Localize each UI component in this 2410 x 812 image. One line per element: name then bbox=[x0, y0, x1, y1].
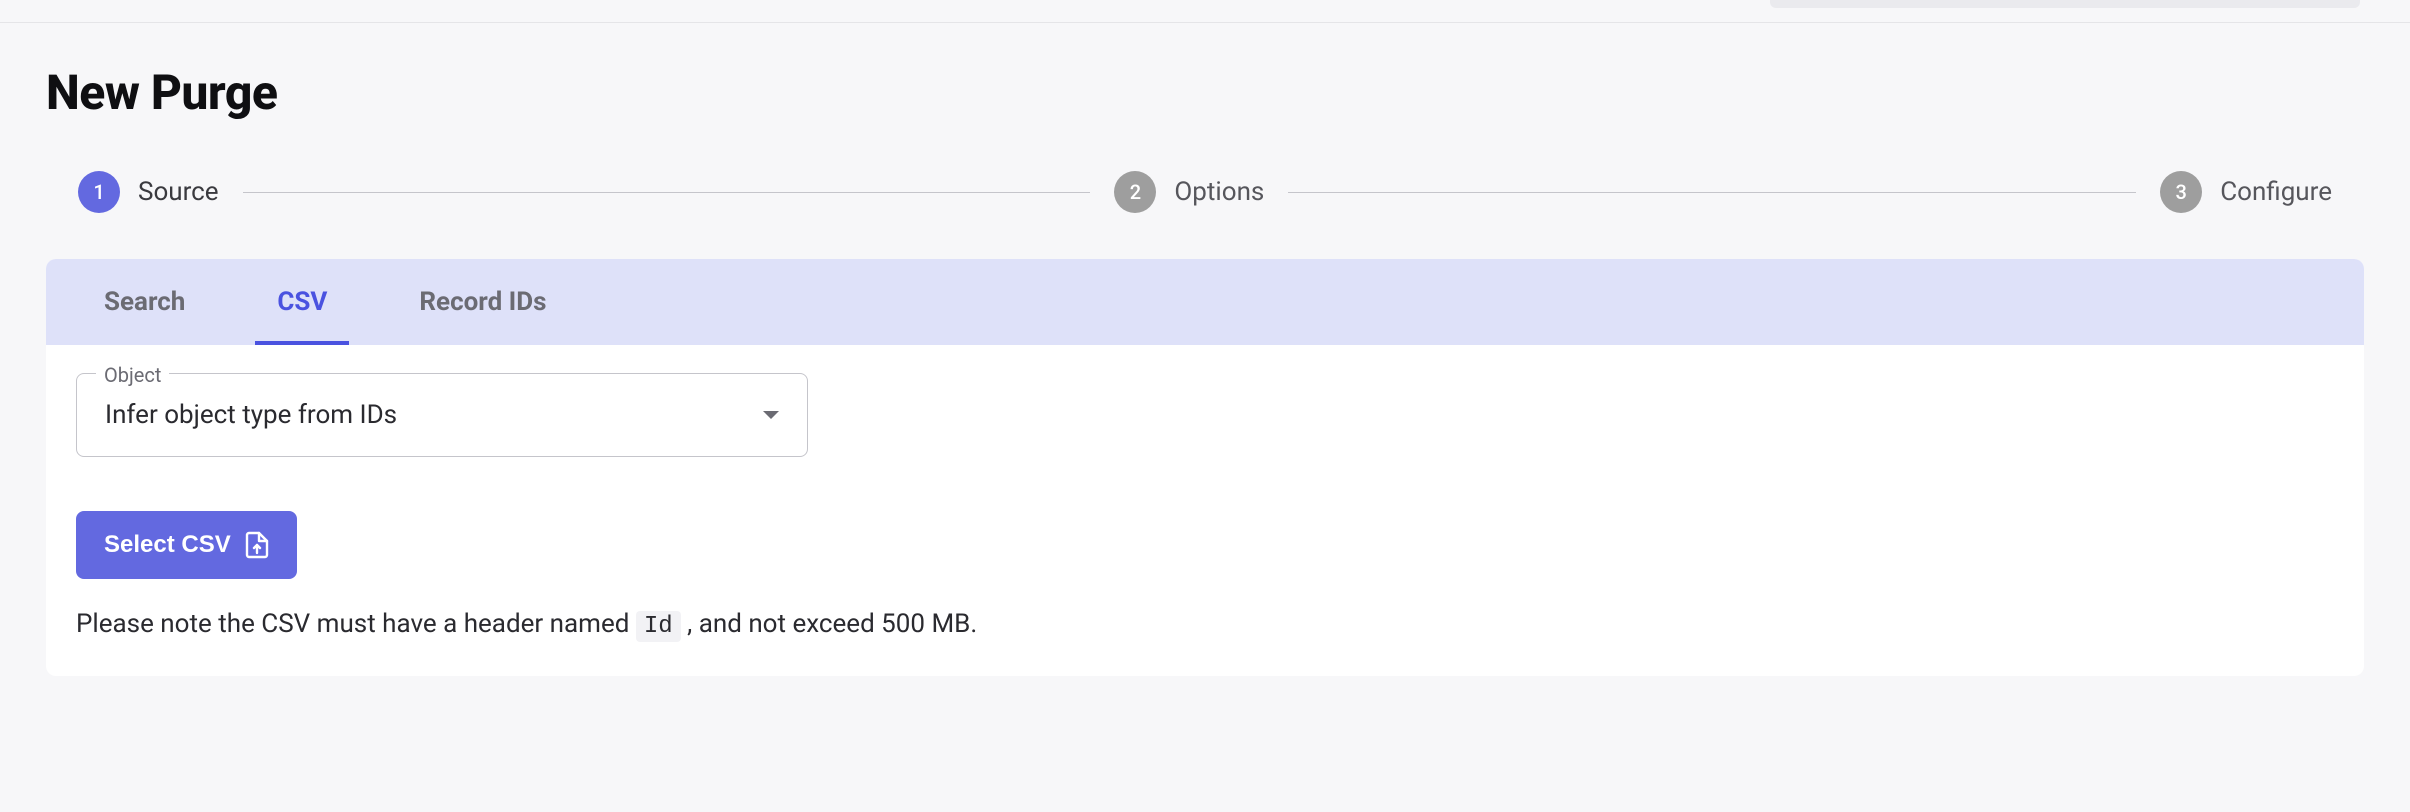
object-select-value: Infer object type from IDs bbox=[105, 400, 397, 430]
chevron-down-icon bbox=[763, 411, 779, 419]
step-configure[interactable]: 3 Configure bbox=[2160, 171, 2332, 213]
object-select-label: Object bbox=[96, 363, 169, 387]
step-label-configure: Configure bbox=[2220, 177, 2332, 207]
csv-helper-text: Please note the CSV must have a header n… bbox=[76, 609, 2334, 640]
step-number-1: 1 bbox=[78, 171, 120, 213]
step-connector bbox=[243, 192, 1091, 193]
helper-prefix: Please note the CSV must have a header n… bbox=[76, 609, 636, 639]
stepper: 1 Source 2 Options 3 Configure bbox=[46, 171, 2364, 213]
page-title: New Purge bbox=[46, 64, 2364, 121]
helper-code: Id bbox=[636, 611, 681, 642]
source-tabs: Search CSV Record IDs bbox=[46, 259, 2364, 345]
object-select-wrap: Object Infer object type from IDs bbox=[76, 373, 808, 457]
tab-csv[interactable]: CSV bbox=[255, 259, 349, 345]
step-number-2: 2 bbox=[1114, 171, 1156, 213]
top-bar-fragment bbox=[1770, 0, 2360, 8]
step-label-source: Source bbox=[138, 177, 219, 207]
tab-record-ids[interactable]: Record IDs bbox=[397, 259, 568, 345]
step-connector bbox=[1288, 192, 2136, 193]
step-label-options: Options bbox=[1174, 177, 1264, 207]
select-csv-button[interactable]: Select CSV bbox=[76, 511, 297, 579]
upload-file-icon bbox=[245, 531, 269, 559]
top-border-line bbox=[0, 22, 2410, 23]
select-csv-button-label: Select CSV bbox=[104, 531, 231, 559]
helper-suffix: , and not exceed 500 MB. bbox=[681, 609, 978, 639]
source-card: Search CSV Record IDs Object Infer objec… bbox=[46, 259, 2364, 676]
card-body: Object Infer object type from IDs Select… bbox=[46, 345, 2364, 676]
object-select[interactable]: Infer object type from IDs bbox=[76, 373, 808, 457]
tab-search[interactable]: Search bbox=[82, 259, 207, 345]
step-options[interactable]: 2 Options bbox=[1114, 171, 1264, 213]
step-source[interactable]: 1 Source bbox=[78, 171, 219, 213]
step-number-3: 3 bbox=[2160, 171, 2202, 213]
